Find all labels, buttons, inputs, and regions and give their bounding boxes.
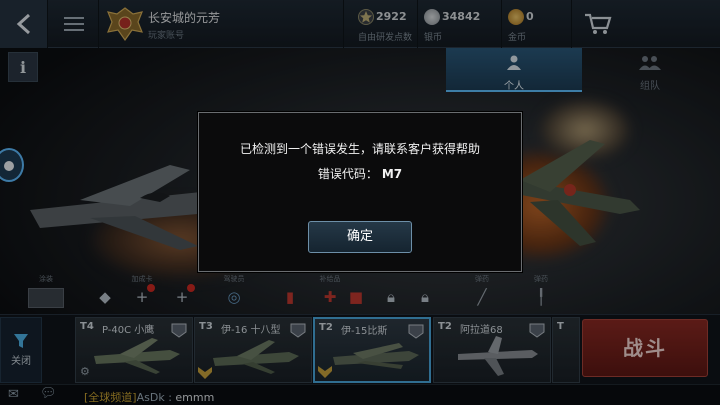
error-code-line: 错误代码： M7 <box>199 165 521 182</box>
error-dialog: 已检测到一个错误发生，请联系客户获得帮助 错误代码： M7 确定 <box>198 112 522 272</box>
error-code-label: 错误代码： <box>317 167 378 181</box>
confirm-button[interactable]: 确定 <box>308 221 412 253</box>
error-message: 已检测到一个错误发生，请联系客户获得帮助 <box>239 142 480 156</box>
error-code-value: M7 <box>381 167 403 181</box>
